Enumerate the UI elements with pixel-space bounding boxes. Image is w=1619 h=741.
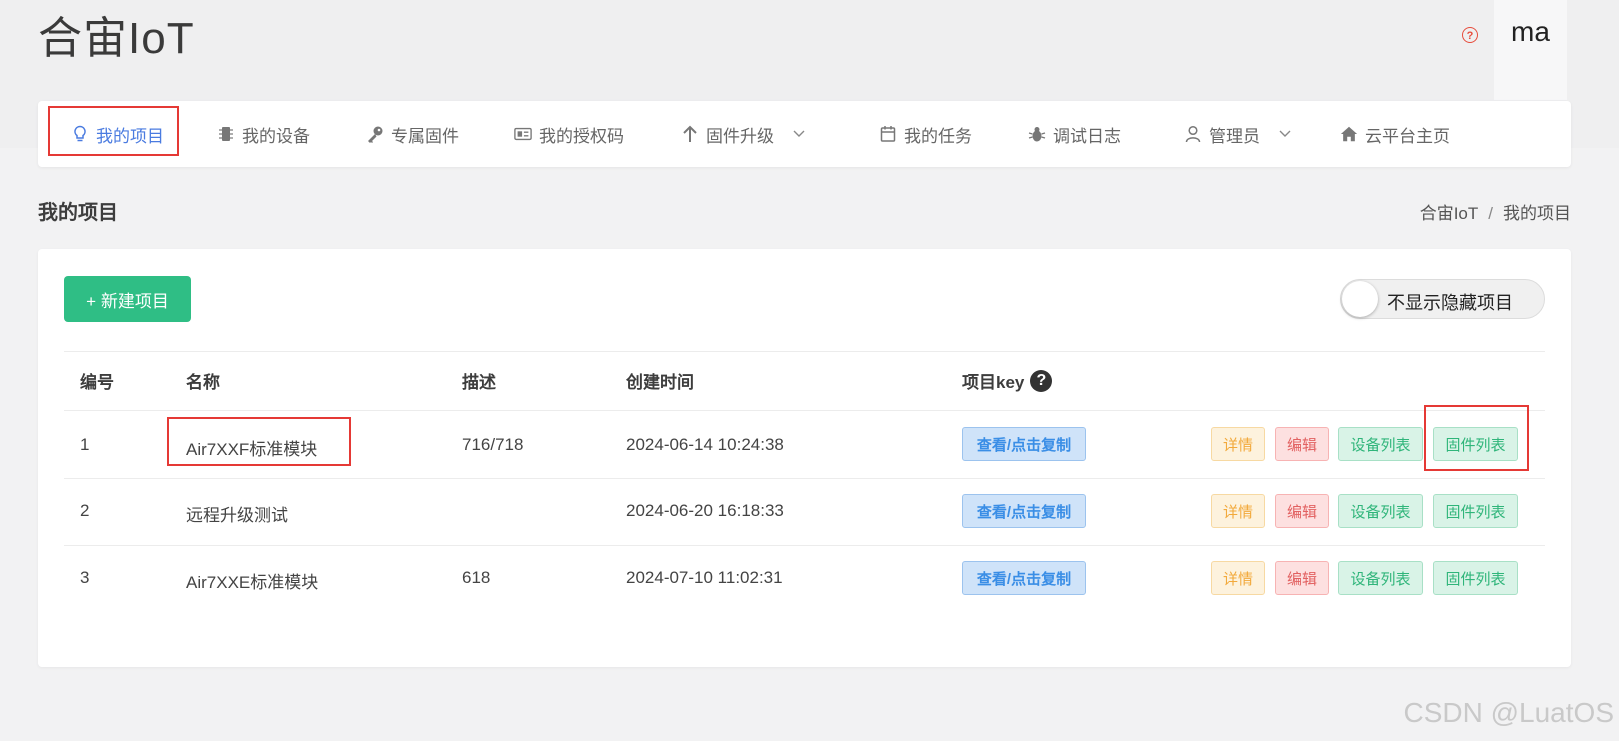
- column-header-name: 名称: [186, 373, 220, 392]
- hide-projects-toggle[interactable]: 不显示隐藏项目: [1340, 279, 1545, 319]
- nav-item-my-tasks[interactable]: 我的任务: [879, 101, 972, 167]
- header-divider: [64, 410, 1545, 411]
- nav-label: 专属固件: [391, 126, 459, 146]
- page-title: 我的项目: [38, 202, 118, 224]
- row3-desc: 618: [462, 568, 491, 587]
- chevron-down-icon: [1279, 127, 1291, 141]
- toggle-knob[interactable]: [1342, 281, 1378, 317]
- nav-item-my-devices[interactable]: 我的设备: [217, 101, 310, 167]
- nav-label: 调试日志: [1053, 126, 1121, 146]
- watermark: CSDN @LuatOS: [1403, 697, 1615, 728]
- row1-edit-button[interactable]: 编辑: [1275, 427, 1329, 461]
- row2-device-list-button[interactable]: 设备列表: [1338, 494, 1423, 528]
- row3-name: Air7XXE标准模块: [186, 573, 319, 592]
- nav-item-my-projects[interactable]: 我的项目: [71, 101, 164, 167]
- column-header-id: 编号: [80, 373, 114, 392]
- row3-device-list-button[interactable]: 设备列表: [1338, 561, 1423, 595]
- nav-label: 我的项目: [96, 126, 164, 146]
- nav-label: 管理员: [1209, 126, 1260, 146]
- nav-item-license[interactable]: 我的授权码: [514, 101, 624, 167]
- nav-label: 我的设备: [242, 126, 310, 146]
- row1-desc: 716/718: [462, 435, 524, 454]
- nav-item-debug-log[interactable]: 调试日志: [1028, 101, 1121, 167]
- chevron-down-icon: [793, 127, 805, 141]
- bug-icon: [1028, 125, 1046, 143]
- row2-name: 远程升级测试: [186, 506, 288, 525]
- row1-name: Air7XXF标准模块: [186, 440, 318, 459]
- nav-label: 固件升级: [706, 126, 774, 146]
- breadcrumb-home[interactable]: 合宙IoT: [1420, 204, 1479, 223]
- lightbulb-icon: [71, 125, 89, 143]
- row3-detail-button[interactable]: 详情: [1211, 561, 1265, 595]
- nav-item-cloud-home[interactable]: 云平台主页: [1340, 101, 1450, 167]
- row3-id: 3: [80, 568, 90, 587]
- row2-edit-button[interactable]: 编辑: [1275, 494, 1329, 528]
- id-card-icon: [514, 125, 532, 143]
- row3-edit-button[interactable]: 编辑: [1275, 561, 1329, 595]
- breadcrumb-current: 我的项目: [1503, 204, 1571, 223]
- nav-label: 云平台主页: [1365, 126, 1450, 146]
- nav-label: 我的授权码: [539, 126, 624, 146]
- calendar-icon: [879, 125, 897, 143]
- user-name[interactable]: ma: [1511, 16, 1550, 48]
- row1-device-list-button[interactable]: 设备列表: [1338, 427, 1423, 461]
- row2-view-key-button[interactable]: 查看/点击复制: [962, 494, 1086, 528]
- row1-view-key-button[interactable]: 查看/点击复制: [962, 427, 1086, 461]
- nav-item-admin[interactable]: 管理员: [1184, 101, 1291, 167]
- row3-created: 2024-07-10 11:02:31: [626, 568, 783, 587]
- user-icon: [1184, 125, 1202, 143]
- column-header-created: 创建时间: [626, 373, 694, 392]
- row-divider: [64, 545, 1545, 546]
- question-circle-icon[interactable]: ?: [1030, 369, 1053, 392]
- nav-item-firmware-upgrade[interactable]: 固件升级: [681, 101, 805, 167]
- row1-firmware-list-button[interactable]: 固件列表: [1433, 427, 1518, 461]
- breadcrumb: 合宙IoT / 我的项目: [1420, 199, 1571, 224]
- new-project-button[interactable]: + 新建项目: [64, 276, 191, 322]
- arrow-up-icon: [681, 125, 699, 143]
- column-header-desc: 描述: [462, 373, 496, 392]
- row2-id: 2: [80, 501, 90, 520]
- row2-created: 2024-06-20 16:18:33: [626, 501, 784, 520]
- nav-label: 我的任务: [904, 126, 972, 146]
- table-top-divider: [64, 351, 1545, 352]
- row-divider: [64, 478, 1545, 479]
- breadcrumb-separator: /: [1488, 204, 1493, 223]
- top-navbar: 我的项目 我的设备 专属固件 我的授权码 固件升级 我的任务 调试日志 管理员 …: [38, 101, 1571, 167]
- row2-firmware-list-button[interactable]: 固件列表: [1433, 494, 1518, 528]
- row1-created: 2024-06-14 10:24:38: [626, 435, 784, 454]
- user-menu[interactable]: [1494, 0, 1567, 100]
- home-icon: [1340, 125, 1358, 143]
- column-header-key: 项目key?: [962, 368, 1053, 393]
- nav-item-firmware[interactable]: 专属固件: [366, 101, 459, 167]
- row1-detail-button[interactable]: 详情: [1211, 427, 1265, 461]
- row3-view-key-button[interactable]: 查看/点击复制: [962, 561, 1086, 595]
- help-icon[interactable]: ?: [1462, 27, 1478, 43]
- chip-icon: [217, 125, 235, 143]
- row1-id: 1: [80, 435, 90, 454]
- brand-title[interactable]: 合宙IoT: [38, 2, 195, 66]
- toggle-label: 不显示隐藏项目: [1387, 293, 1513, 313]
- row2-detail-button[interactable]: 详情: [1211, 494, 1265, 528]
- key-icon: [366, 125, 384, 143]
- row3-firmware-list-button[interactable]: 固件列表: [1433, 561, 1518, 595]
